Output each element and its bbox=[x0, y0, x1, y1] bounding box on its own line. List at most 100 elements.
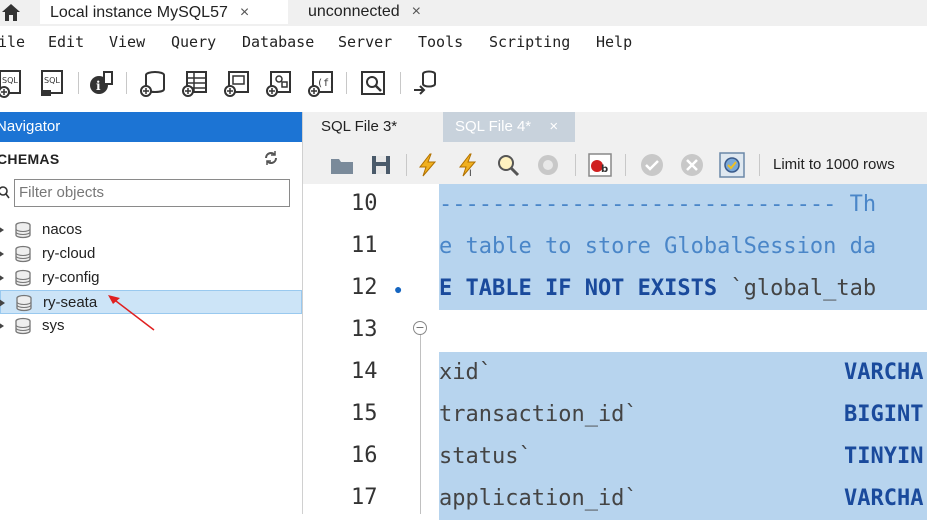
line-number: 10 bbox=[351, 191, 378, 216]
svg-text:b: b bbox=[601, 164, 608, 175]
toolbar-separator bbox=[78, 72, 79, 94]
close-icon[interactable]: × bbox=[549, 118, 558, 135]
main-toolbar: SQL SQL i (f) bbox=[0, 58, 927, 110]
create-table-icon[interactable] bbox=[180, 68, 210, 98]
code-text: status` TINYIN bbox=[439, 436, 927, 478]
menu-scripting[interactable]: Scripting bbox=[489, 33, 570, 51]
column-name: application_id` bbox=[439, 486, 638, 511]
column-name: status` bbox=[439, 444, 532, 469]
schema-name: sys bbox=[42, 317, 65, 334]
reconnect-icon[interactable] bbox=[410, 68, 440, 98]
svg-text:I: I bbox=[469, 169, 472, 178]
column-type: VARCHA bbox=[844, 360, 924, 385]
search-icon bbox=[0, 186, 10, 199]
column-name: xid` bbox=[439, 360, 492, 385]
code-text: e table to store GlobalSession da bbox=[439, 226, 927, 268]
schemas-title: CHEMAS bbox=[0, 151, 60, 167]
column-name: transaction_id` bbox=[439, 402, 638, 427]
save-icon[interactable] bbox=[368, 152, 394, 178]
info-icon[interactable]: i bbox=[86, 68, 116, 98]
navigator-header: Navigator bbox=[0, 112, 302, 142]
tab-label: unconnected bbox=[308, 3, 400, 20]
create-function-icon[interactable]: (f) bbox=[306, 68, 336, 98]
tab-sql-file-4[interactable]: SQL File 4* × bbox=[443, 112, 575, 142]
create-schema-icon[interactable] bbox=[138, 68, 168, 98]
connection-tab-bar: Local instance MySQL57 × unconnected × bbox=[0, 0, 927, 26]
schema-name: ry-config bbox=[42, 269, 100, 286]
database-icon bbox=[15, 221, 31, 239]
filter-row: Filter objects bbox=[0, 179, 302, 209]
annotation-arrow-icon bbox=[108, 295, 155, 331]
schema-name: nacos bbox=[42, 221, 83, 238]
svg-text:SQL: SQL bbox=[44, 76, 60, 85]
schema-item-ry-config[interactable]: ry-config bbox=[0, 266, 302, 290]
menu-query[interactable]: Query bbox=[171, 33, 216, 51]
code-text: xid` VARCHA bbox=[439, 352, 927, 394]
svg-text:SQL: SQL bbox=[2, 76, 18, 85]
expand-arrow-icon[interactable] bbox=[0, 274, 4, 282]
tab-local-instance[interactable]: Local instance MySQL57 × bbox=[40, 0, 288, 24]
explain-icon[interactable] bbox=[495, 152, 521, 178]
editor-tab-bar: SQL File 3* SQL File 4* × bbox=[303, 112, 927, 144]
refresh-icon[interactable] bbox=[263, 150, 279, 166]
code-line: 14 xid` VARCHA bbox=[303, 352, 927, 394]
line-number: 13 bbox=[351, 317, 378, 342]
menu-server[interactable]: Server bbox=[338, 33, 392, 51]
column-type: BIGINT bbox=[844, 402, 924, 427]
database-icon bbox=[15, 317, 31, 335]
code-line: 15 transaction_id` BIGINT bbox=[303, 394, 927, 436]
execute-icon[interactable] bbox=[415, 152, 441, 178]
statement-marker-icon: ● bbox=[394, 281, 403, 297]
menu-tools[interactable]: Tools bbox=[418, 33, 463, 51]
filter-objects-input[interactable]: Filter objects bbox=[14, 179, 290, 207]
sql-editor[interactable]: − 10 ------------------------------ Th 1… bbox=[303, 184, 927, 520]
close-icon[interactable]: × bbox=[412, 3, 421, 21]
limit-rows-select[interactable]: Limit to 1000 rows bbox=[773, 156, 895, 173]
code-line: 10 ------------------------------ Th bbox=[303, 184, 927, 226]
close-icon[interactable]: × bbox=[240, 4, 249, 22]
toolbar-separator bbox=[759, 154, 760, 176]
expand-arrow-icon[interactable] bbox=[0, 299, 5, 307]
navigator-title: Navigator bbox=[0, 118, 61, 135]
open-sql-file-icon[interactable]: SQL bbox=[38, 68, 68, 98]
schema-item-nacos[interactable]: nacos bbox=[0, 218, 302, 242]
line-number: 11 bbox=[351, 233, 378, 258]
expand-arrow-icon[interactable] bbox=[0, 322, 4, 330]
code-line: 13 bbox=[303, 310, 927, 352]
home-icon[interactable] bbox=[0, 0, 24, 24]
menu-edit[interactable]: Edit bbox=[48, 33, 84, 51]
rollback-icon[interactable] bbox=[679, 152, 705, 178]
open-folder-icon[interactable] bbox=[329, 152, 355, 178]
create-view-icon[interactable] bbox=[222, 68, 252, 98]
menu-help[interactable]: Help bbox=[596, 33, 632, 51]
create-procedure-icon[interactable] bbox=[264, 68, 294, 98]
tab-unconnected[interactable]: unconnected × bbox=[298, 0, 448, 24]
execute-current-icon[interactable]: I bbox=[455, 152, 481, 178]
menu-file[interactable]: ile bbox=[0, 33, 25, 51]
column-type: TINYIN bbox=[844, 444, 924, 469]
schema-name: ry-cloud bbox=[42, 245, 96, 262]
database-icon bbox=[15, 269, 31, 287]
tab-sql-file-3[interactable]: SQL File 3* bbox=[309, 112, 441, 142]
schema-item-ry-cloud[interactable]: ry-cloud bbox=[0, 242, 302, 266]
stop-icon[interactable] bbox=[535, 152, 561, 178]
line-number: 12 bbox=[351, 275, 378, 300]
tab-label: Local instance MySQL57 bbox=[50, 4, 228, 21]
toolbar-separator bbox=[406, 154, 407, 176]
schemas-header: CHEMAS bbox=[0, 142, 302, 176]
database-icon bbox=[15, 245, 31, 263]
toggle-error-icon[interactable]: b bbox=[587, 152, 613, 178]
search-table-data-icon[interactable] bbox=[358, 68, 388, 98]
commit-icon[interactable] bbox=[639, 152, 665, 178]
expand-arrow-icon[interactable] bbox=[0, 226, 4, 234]
new-sql-tab-icon[interactable]: SQL bbox=[0, 68, 26, 98]
expand-arrow-icon[interactable] bbox=[0, 250, 4, 258]
autocommit-icon[interactable] bbox=[719, 152, 745, 178]
line-number: 14 bbox=[351, 359, 378, 384]
schema-name: ry-seata bbox=[43, 294, 98, 311]
menu-database[interactable]: Database bbox=[242, 33, 314, 51]
code-line: 16 status` TINYIN bbox=[303, 436, 927, 478]
code-text: ------------------------------ Th bbox=[439, 184, 927, 226]
toolbar-separator bbox=[575, 154, 576, 176]
menu-view[interactable]: View bbox=[109, 33, 145, 51]
